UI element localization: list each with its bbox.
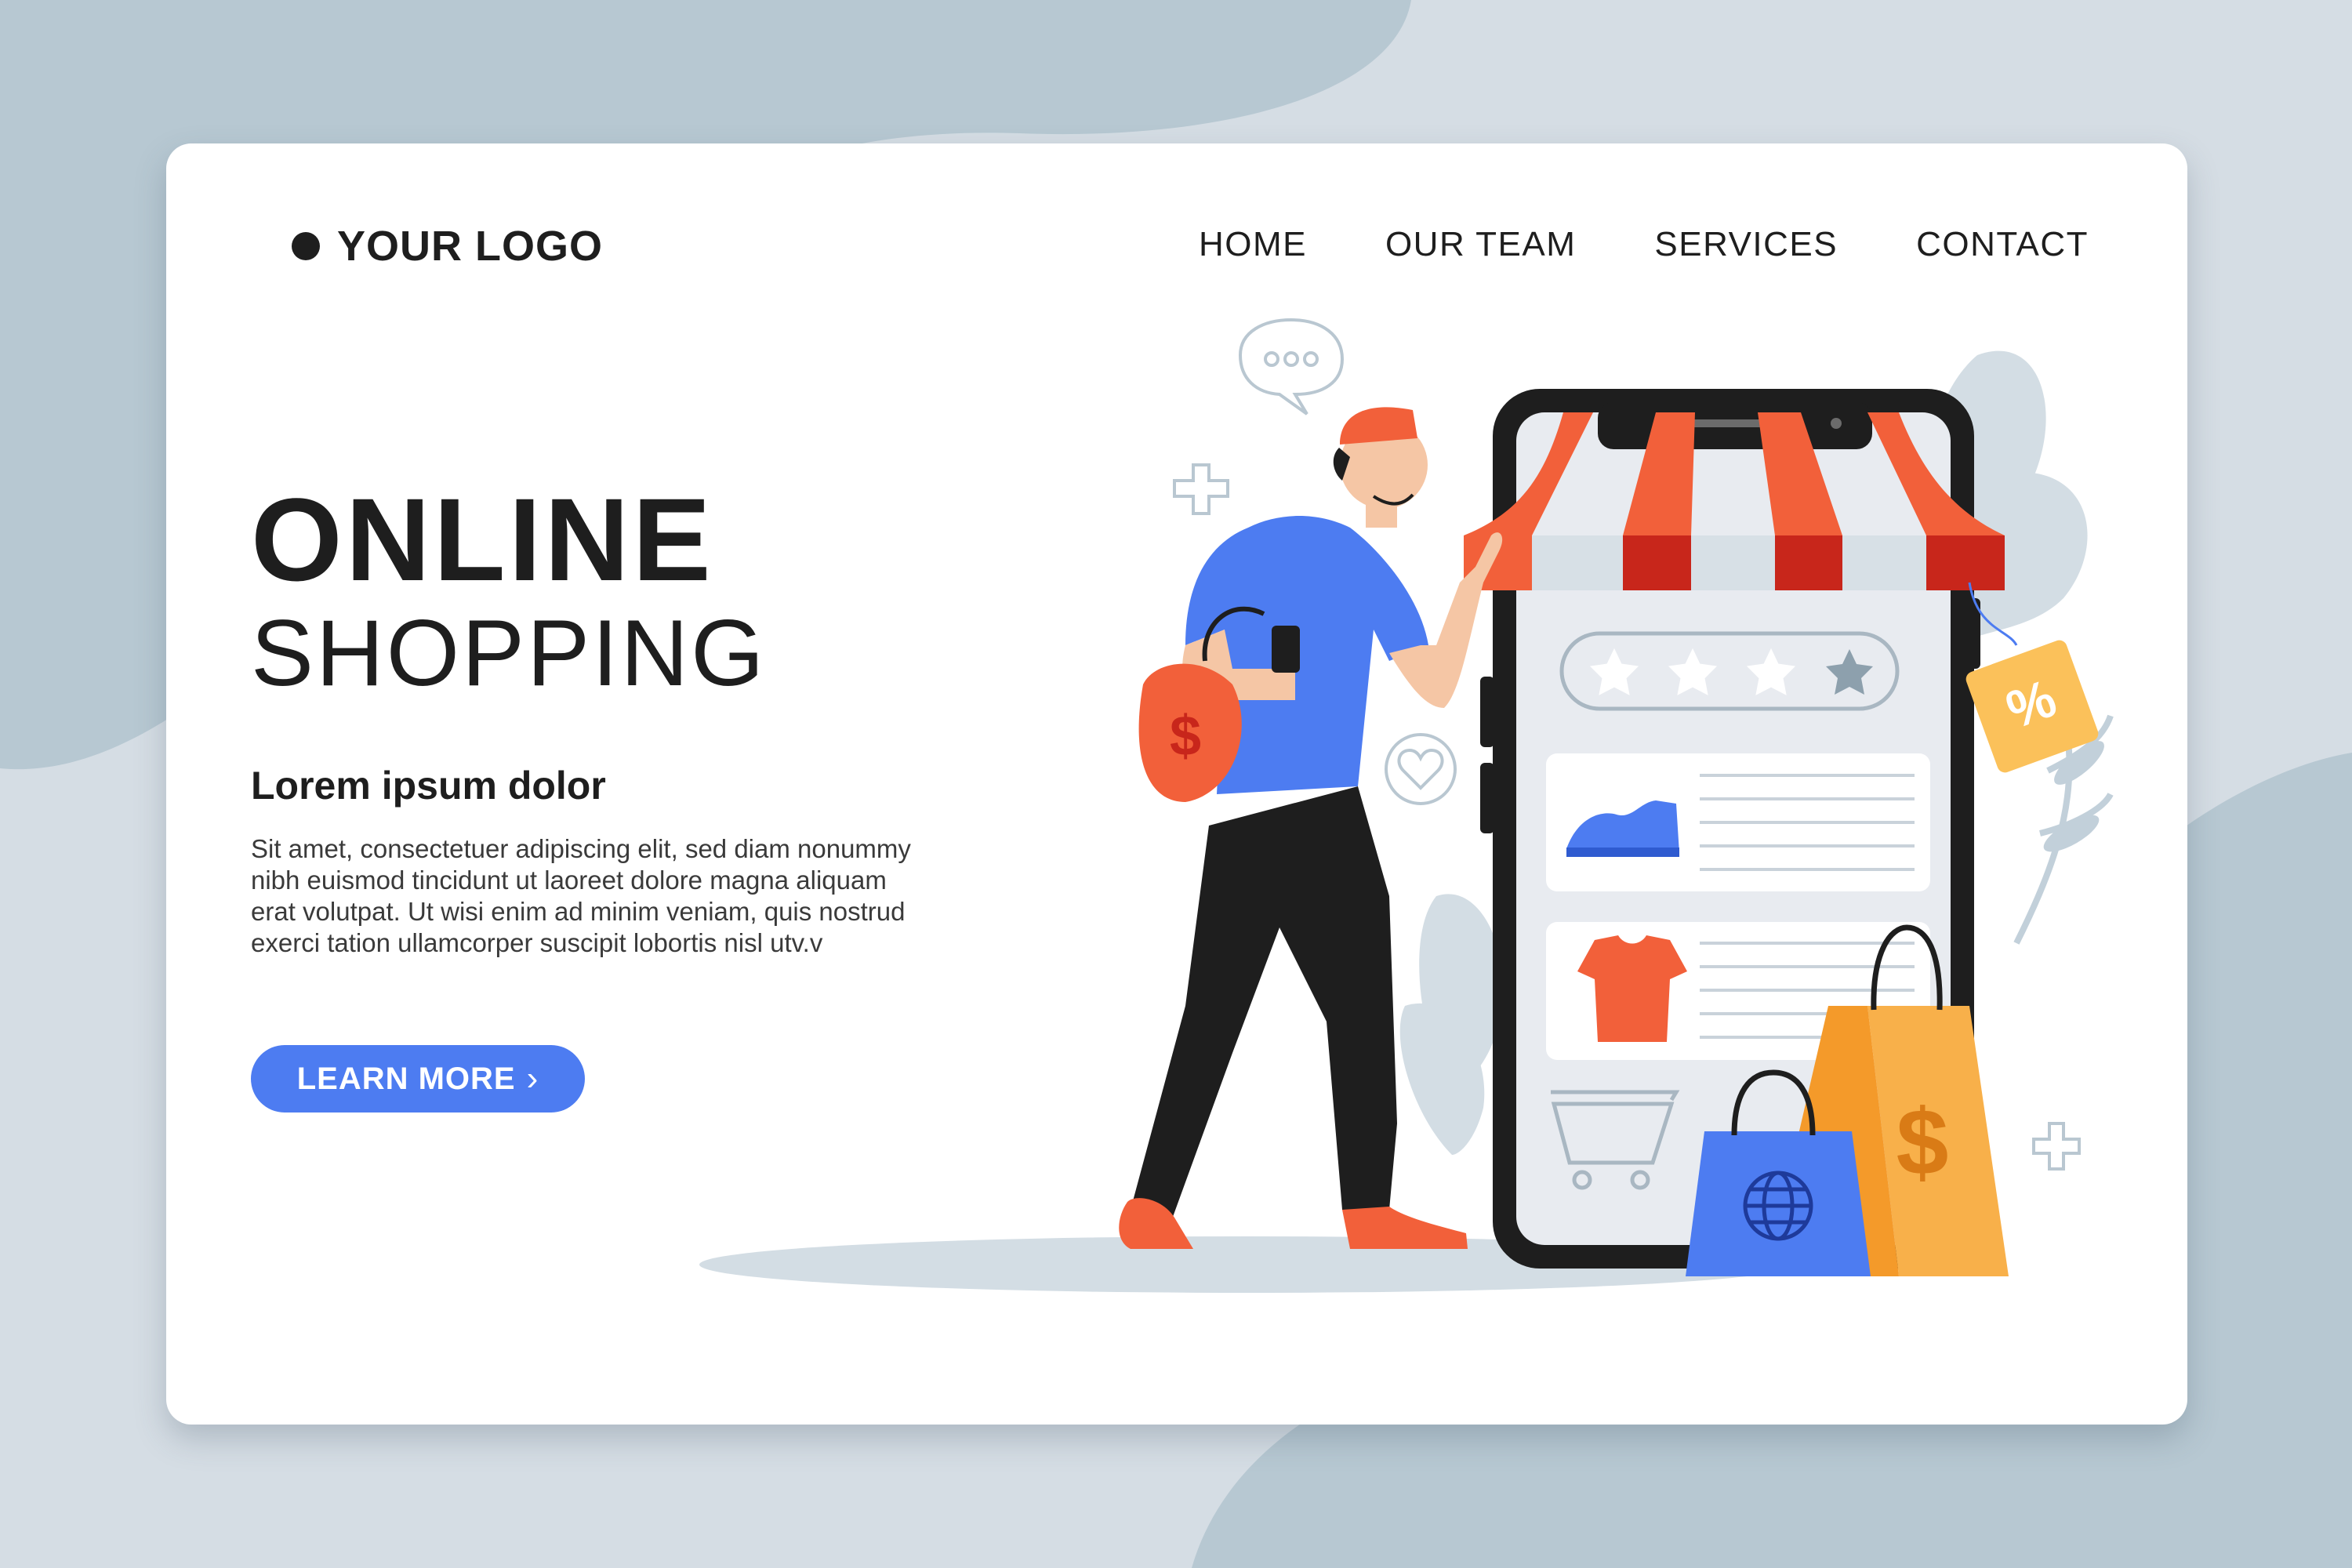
nav-item-services[interactable]: SERVICES — [1654, 225, 1838, 264]
hero-title-line1: ONLINE — [251, 474, 714, 605]
heart-icon — [1385, 733, 1457, 805]
hero-title-line2: SHOPPING — [251, 601, 767, 706]
svg-text:$: $ — [1896, 1090, 1949, 1195]
landing-card: % $ $ YOUR LOGO HOME OUR TEAM SERVICES C… — [166, 143, 2187, 1425]
logo[interactable]: YOUR LOGO — [292, 222, 603, 270]
nav-item-our-team[interactable]: OUR TEAM — [1385, 225, 1576, 264]
learn-more-button[interactable]: LEARN MORE › — [251, 1045, 585, 1112]
main-nav: HOME OUR TEAM SERVICES CONTACT — [1120, 225, 2089, 264]
hero-body-text: Sit amet, consectetuer adipiscing elit, … — [251, 834, 911, 957]
hero-subtitle: Lorem ipsum dolor — [251, 764, 606, 808]
logo-dot-icon — [292, 232, 320, 260]
svg-text:$: $ — [1170, 705, 1201, 768]
learn-more-label: LEARN MORE — [296, 1061, 516, 1096]
product-card-shoe — [1546, 753, 1930, 891]
chevron-right-icon: › — [526, 1059, 539, 1098]
nav-item-home[interactable]: HOME — [1199, 225, 1307, 264]
chat-bubble-icon — [1238, 318, 1345, 416]
rating-stars-icon — [1559, 631, 1900, 711]
nav-item-contact[interactable]: CONTACT — [1916, 225, 2089, 264]
logo-text: YOUR LOGO — [337, 223, 604, 270]
